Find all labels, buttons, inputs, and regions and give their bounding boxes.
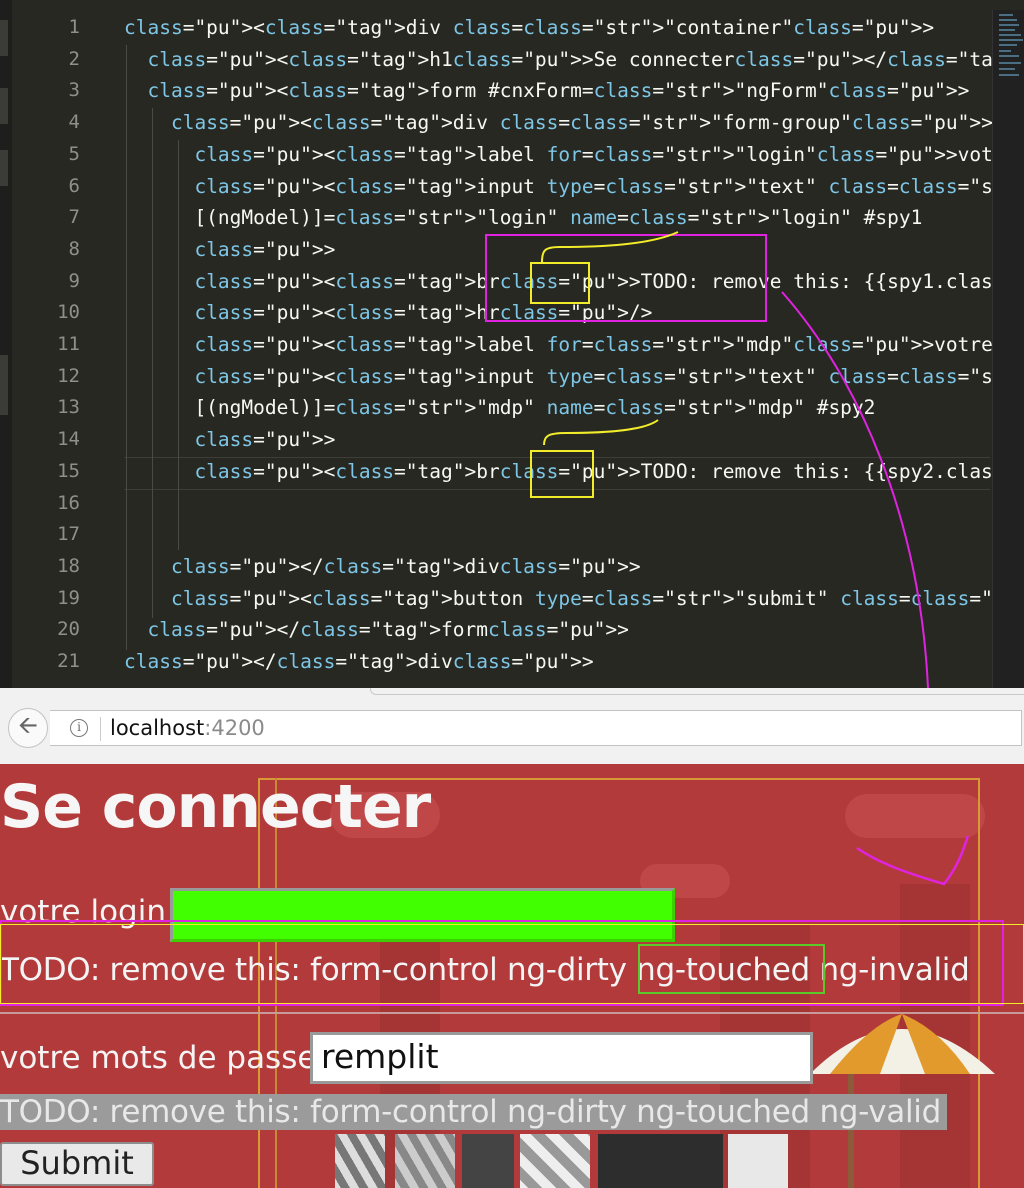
browser-toolbar: 🡨 i localhost:4200 — [0, 688, 1024, 765]
url-text[interactable]: localhost:4200 — [110, 716, 265, 740]
page-content: Se connecter votre login TODO: remove th… — [0, 764, 1024, 1188]
tab-strip — [370, 688, 1024, 695]
browser-window: 🡨 i localhost:4200 Se connecter votre lo… — [0, 688, 1024, 1188]
back-button[interactable]: 🡨 — [8, 708, 48, 748]
url-host: localhost — [110, 716, 205, 740]
arrow-left-icon: 🡨 — [18, 711, 38, 739]
url-port: :4200 — [204, 716, 265, 740]
code-editor[interactable]: 1 2 3 4 5 6 7 8 9 10 11 12 13 14 15 16 17 18 19 20 21 class=… — [0, 0, 1024, 688]
url-divider — [100, 717, 101, 741]
annotation-arrowhead — [856, 835, 970, 886]
info-icon[interactable]: i — [70, 719, 88, 737]
annotation-curves — [541, 231, 929, 688]
address-bar[interactable]: i localhost:4200 — [50, 710, 1022, 746]
